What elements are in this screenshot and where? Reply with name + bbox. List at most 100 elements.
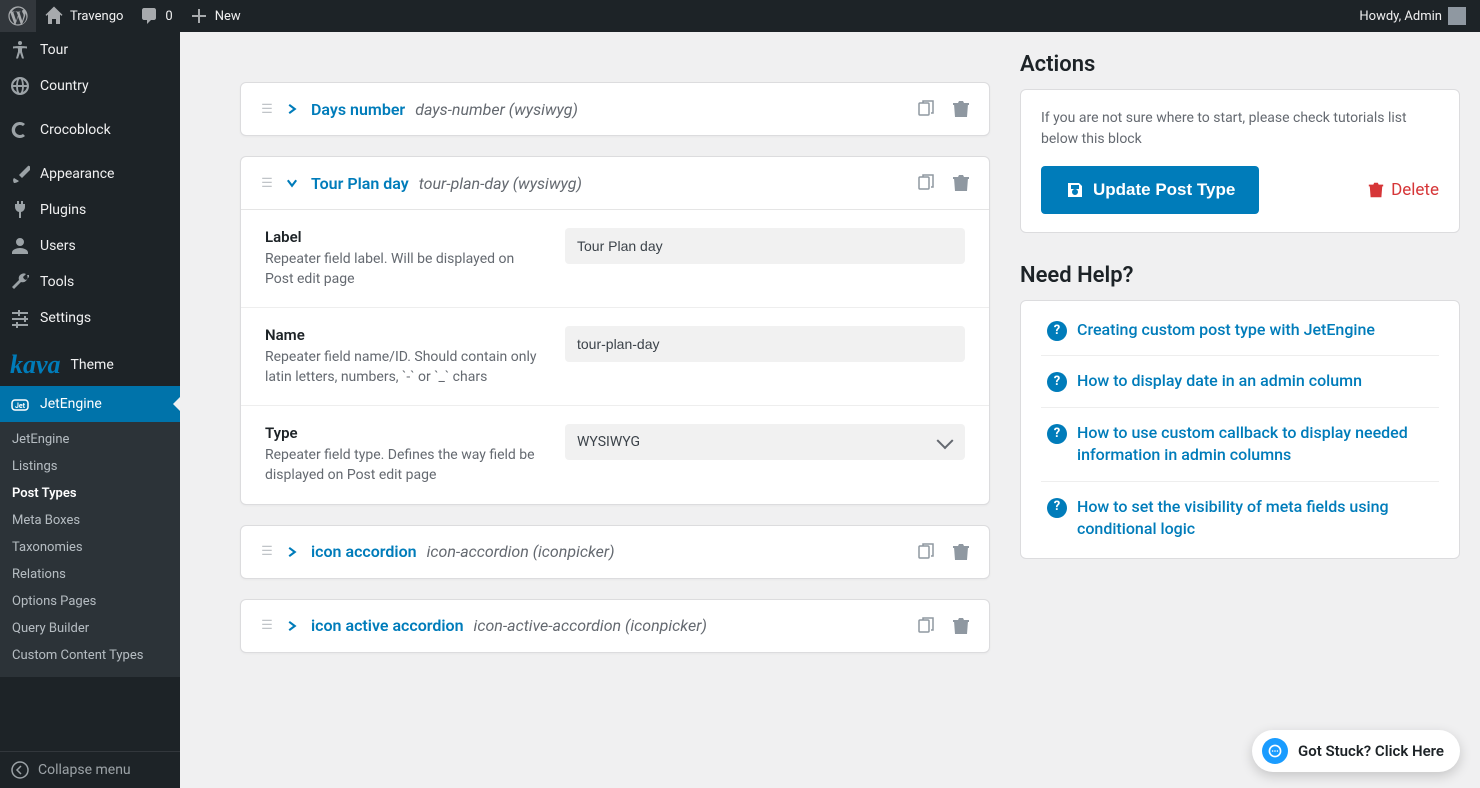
sidebar-item-users[interactable]: Users — [0, 228, 180, 264]
collapse-icon — [10, 760, 30, 780]
row-description: Repeater field name/ID. Should contain o… — [265, 348, 545, 387]
submenu-taxonomies[interactable]: Taxonomies — [0, 534, 180, 561]
comment-icon — [139, 6, 159, 26]
help-link-text: How to display date in an admin column — [1077, 370, 1362, 392]
field-row-label: Label Repeater field label. Will be disp… — [241, 210, 989, 308]
site-name: Travengo — [70, 9, 123, 24]
field-slug: icon-accordion (iconpicker) — [427, 542, 615, 561]
submenu-jetengine[interactable]: JetEngine — [0, 426, 180, 453]
help-bubble-button[interactable]: Got Stuck? Click Here — [1252, 730, 1460, 772]
sidebar-item-label: Tour — [40, 42, 68, 58]
trash-icon[interactable] — [951, 616, 971, 636]
meta-field-days-number: ☰ Days number days-number (wysiwyg) — [240, 82, 990, 136]
field-header[interactable]: ☰ Days number days-number (wysiwyg) — [241, 83, 989, 135]
sidebar-item-label: Appearance — [40, 166, 114, 182]
copy-icon[interactable] — [915, 173, 935, 193]
site-link[interactable]: Travengo — [36, 0, 131, 32]
save-icon — [1065, 180, 1085, 200]
field-title: icon accordion — [311, 542, 417, 561]
sidebar-item-appearance[interactable]: Appearance — [0, 156, 180, 192]
actions-note: If you are not sure where to start, plea… — [1041, 108, 1439, 150]
howdy-text: Howdy, Admin — [1359, 9, 1442, 24]
drag-handle-icon[interactable]: ☰ — [259, 618, 275, 633]
field-header[interactable]: ☰ icon accordion icon-accordion (iconpic… — [241, 526, 989, 578]
submenu-query-builder[interactable]: Query Builder — [0, 615, 180, 642]
svg-text:Jet: Jet — [15, 402, 26, 410]
home-icon — [44, 6, 64, 26]
field-title: Days number — [311, 100, 405, 119]
sidebar-item-settings[interactable]: Settings — [0, 300, 180, 336]
sidebar-item-label: Plugins — [40, 202, 86, 218]
sidebar-item-plugins[interactable]: Plugins — [0, 192, 180, 228]
name-input[interactable] — [565, 326, 965, 362]
submenu-relations[interactable]: Relations — [0, 561, 180, 588]
drag-handle-icon[interactable]: ☰ — [259, 102, 275, 117]
brush-icon — [10, 164, 30, 184]
meta-field-tour-plan-day: ☰ Tour Plan day tour-plan-day (wysiwyg) … — [240, 156, 990, 505]
submenu-listings[interactable]: Listings — [0, 453, 180, 480]
account-link[interactable]: Howdy, Admin — [1351, 0, 1474, 32]
help-link-text: How to set the visibility of meta fields… — [1077, 496, 1433, 541]
field-header[interactable]: ☰ Tour Plan day tour-plan-day (wysiwyg) — [241, 157, 989, 209]
chat-icon — [1262, 738, 1288, 764]
sidebar-item-label: Tools — [40, 274, 74, 290]
chevron-right-icon[interactable] — [285, 102, 301, 116]
row-label: Label — [265, 228, 545, 246]
delete-button[interactable]: Delete — [1367, 180, 1439, 200]
collapse-menu-button[interactable]: Collapse menu — [0, 751, 180, 788]
drag-handle-icon[interactable]: ☰ — [259, 176, 275, 191]
field-header[interactable]: ☰ icon active accordion icon-active-acco… — [241, 600, 989, 652]
wp-logo-link[interactable] — [0, 0, 36, 32]
admin-sidebar: Tour Country Crocoblock Appearance Plugi… — [0, 32, 180, 788]
comments-link[interactable]: 0 — [131, 0, 180, 32]
submenu-meta-boxes[interactable]: Meta Boxes — [0, 507, 180, 534]
row-label: Name — [265, 326, 545, 344]
help-link[interactable]: ?Creating custom post type with JetEngin… — [1041, 305, 1439, 356]
wrench-icon — [10, 272, 30, 292]
sidebar-item-theme[interactable]: kava Theme — [0, 344, 180, 386]
row-description: Repeater field type. Defines the way fie… — [265, 446, 545, 485]
help-link[interactable]: ?How to use custom callback to display n… — [1041, 408, 1439, 482]
trash-icon[interactable] — [951, 542, 971, 562]
actions-section: Actions If you are not sure where to sta… — [1020, 52, 1460, 233]
drag-handle-icon[interactable]: ☰ — [259, 544, 275, 559]
sidebar-item-label: Country — [40, 78, 89, 94]
sidebar-item-country[interactable]: Country — [0, 68, 180, 104]
help-title: Need Help? — [1020, 263, 1460, 288]
plus-icon — [189, 6, 209, 26]
submenu-options-pages[interactable]: Options Pages — [0, 588, 180, 615]
help-link-text: How to use custom callback to display ne… — [1077, 422, 1433, 467]
trash-icon[interactable] — [951, 173, 971, 193]
chevron-right-icon[interactable] — [285, 545, 301, 559]
submenu-custom-content-types[interactable]: Custom Content Types — [0, 642, 180, 669]
sidebar-item-tools[interactable]: Tools — [0, 264, 180, 300]
help-section: Need Help? ?Creating custom post type wi… — [1020, 263, 1460, 559]
help-link-text: Creating custom post type with JetEngine — [1077, 319, 1375, 341]
sidebar-item-jetengine[interactable]: Jet JetEngine — [0, 386, 180, 422]
chevron-right-icon[interactable] — [285, 619, 301, 633]
copy-icon[interactable] — [915, 542, 935, 562]
type-select[interactable]: WYSIWYG — [565, 424, 965, 460]
question-icon: ? — [1047, 372, 1067, 392]
copy-icon[interactable] — [915, 616, 935, 636]
label-input[interactable] — [565, 228, 965, 264]
new-link[interactable]: New — [181, 0, 249, 32]
help-link[interactable]: ? How to display date in an admin column — [1041, 356, 1439, 407]
update-post-type-button[interactable]: Update Post Type — [1041, 166, 1259, 214]
trash-icon — [1367, 181, 1385, 199]
plug-icon — [10, 200, 30, 220]
copy-icon[interactable] — [915, 99, 935, 119]
field-title: Tour Plan day — [311, 174, 409, 193]
sidebar-item-crocoblock[interactable]: Crocoblock — [0, 112, 180, 148]
kava-theme-icon: kava — [10, 352, 61, 378]
admin-toolbar: Travengo 0 New Howdy, Admin — [0, 0, 1480, 32]
trash-icon[interactable] — [951, 99, 971, 119]
sidebar-item-tour[interactable]: Tour — [0, 32, 180, 68]
jetengine-icon: Jet — [10, 394, 30, 414]
field-slug: tour-plan-day (wysiwyg) — [419, 174, 582, 193]
submenu-post-types[interactable]: Post Types — [0, 480, 180, 507]
chevron-down-icon[interactable] — [285, 176, 301, 190]
question-icon: ? — [1047, 498, 1067, 518]
help-link[interactable]: ? How to set the visibility of meta field… — [1041, 482, 1439, 555]
jetengine-submenu: JetEngine Listings Post Types Meta Boxes… — [0, 422, 180, 677]
